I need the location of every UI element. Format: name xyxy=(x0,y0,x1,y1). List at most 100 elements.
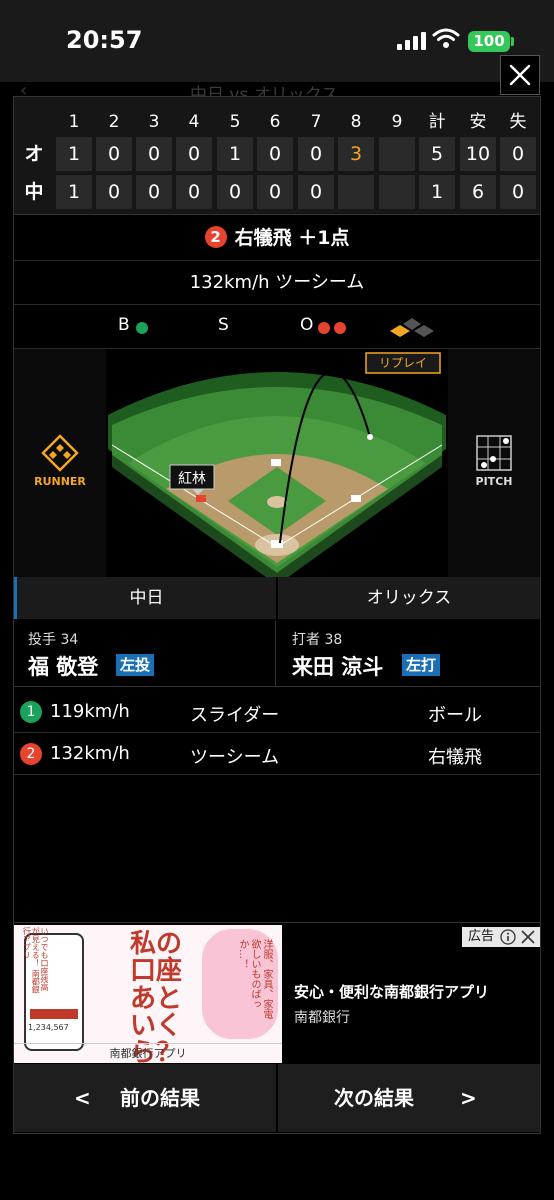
ad-sponsor: 南都銀行 xyxy=(294,1010,350,1026)
inning-score: 0 xyxy=(136,175,172,209)
ad-badge-label: 広告 xyxy=(468,929,495,944)
strike-label: S xyxy=(218,315,229,335)
prev-result-label: 前の結果 xyxy=(120,1086,200,1110)
status-time: 20:57 xyxy=(66,26,143,54)
next-result-button[interactable]: 次の結果 > xyxy=(278,1064,540,1132)
ad-title[interactable]: 安心・便利な南都銀行アプリ xyxy=(294,981,489,1002)
team-headers: 中日 オリックス xyxy=(14,577,540,619)
battery-indicator: 100 xyxy=(468,31,510,52)
header-cell: 計 xyxy=(428,112,446,132)
pitcher-card[interactable]: 投手 34 福 敬登 左投 xyxy=(14,621,276,687)
next-result-label: 次の結果 xyxy=(334,1086,414,1110)
field-view: RUNNER 紅林 リプレイ PITCH xyxy=(14,349,540,577)
baseball-field: 紅林 リプレイ xyxy=(108,349,446,577)
pitcher-name: 福 敬登 xyxy=(28,655,99,679)
runner-name: 紅林 xyxy=(178,471,206,487)
inning-score: 0 xyxy=(257,175,293,209)
inning-score-current: 3 xyxy=(338,137,374,171)
total-hits: 10 xyxy=(460,137,496,171)
pitch-type: スライダー xyxy=(190,705,280,726)
count-indicator: B S O xyxy=(14,305,540,349)
replay-label: リプレイ xyxy=(379,356,427,370)
chevron-left-icon: < xyxy=(74,1086,91,1110)
play-number-badge: 2 xyxy=(204,226,227,248)
info-icon[interactable] xyxy=(500,929,516,952)
out-dot xyxy=(318,322,330,334)
play-detail-panel: 1 2 3 4 5 6 7 8 9 計 安 失 オ 1 0 0 0 1 0 0 … xyxy=(13,96,541,1134)
inning-score xyxy=(379,137,415,171)
inning-score: 0 xyxy=(257,137,293,171)
prev-result-button[interactable]: < 前の結果 xyxy=(14,1064,276,1132)
inning-score: 0 xyxy=(96,137,132,171)
total-runs: 1 xyxy=(419,175,455,209)
header-cell: 5 xyxy=(229,112,241,132)
replay-button[interactable]: リプレイ xyxy=(365,352,441,374)
pitch-speed: 132km/h xyxy=(50,743,130,764)
inning-score: 1 xyxy=(56,137,92,171)
inning-score xyxy=(338,175,374,209)
ball-label: B xyxy=(118,315,130,335)
ad-badge[interactable]: 広告 xyxy=(462,927,540,947)
pitcher-role: 投手 34 xyxy=(28,632,79,648)
scoreboard-row-home: 中 1 0 0 0 0 0 0 1 6 0 xyxy=(14,175,540,211)
play-result-text: 右犠飛 ＋1点 xyxy=(234,227,350,249)
total-errors: 0 xyxy=(500,137,536,171)
batter-role: 打者 38 xyxy=(292,632,343,648)
pitch-label: PITCH xyxy=(475,475,513,488)
inning-score: 0 xyxy=(176,175,212,209)
team-home: 中日 xyxy=(14,577,276,619)
inning-score: 0 xyxy=(217,175,253,209)
close-icon xyxy=(509,64,531,86)
header-cell: 安 xyxy=(469,112,487,132)
pitch-number-badge: 1 xyxy=(20,701,42,723)
runner-label: RUNNER xyxy=(34,475,86,488)
pitcher-hand-badge: 左投 xyxy=(116,654,155,676)
wifi-icon xyxy=(432,28,460,48)
header-cell: 4 xyxy=(188,112,200,132)
inning-score: 1 xyxy=(56,175,92,209)
pitch-row: 1 119km/h スライダー ボール xyxy=(14,691,540,733)
ball-dot xyxy=(136,322,148,334)
pitch-result: 右犠飛 xyxy=(428,747,482,768)
pitch-result: ボール xyxy=(428,705,482,726)
pitch-row: 2 132km/h ツーシーム 右犠飛 xyxy=(14,733,540,775)
advertisement[interactable]: 1,234,567 いつでも口座残高が見える！ 南都銀行アプリ 私の口座 あとい… xyxy=(14,922,540,1063)
pitch-grid-icon xyxy=(476,435,512,471)
batter-card[interactable]: 打者 38 来田 涼斗 左打 xyxy=(278,621,540,687)
pitch-number-badge: 2 xyxy=(20,743,42,765)
batter-name: 来田 涼斗 xyxy=(292,655,384,679)
base-runner-diamond-icon xyxy=(390,318,434,337)
ad-amount: 1,234,567 xyxy=(28,1023,69,1032)
pitch-info: 132km/h ツーシーム xyxy=(14,261,540,305)
pitch-type: ツーシーム xyxy=(190,747,280,768)
inning-score: 0 xyxy=(298,137,334,171)
scoreboard-row-away: オ 1 0 0 0 1 0 0 3 5 10 0 xyxy=(14,137,540,173)
runner-toggle[interactable]: RUNNER xyxy=(14,349,106,577)
ad-side-text: いつでも口座残高が見える！ 南都銀行アプリ xyxy=(22,927,49,994)
out-label: O xyxy=(300,315,314,335)
pitch-toggle[interactable]: PITCH xyxy=(448,349,540,577)
total-hits: 6 xyxy=(460,175,496,209)
battery-cap xyxy=(511,37,514,46)
inning-score: 0 xyxy=(96,175,132,209)
total-errors: 0 xyxy=(500,175,536,209)
inning-score: 1 xyxy=(217,137,253,171)
play-result: 2 右犠飛 ＋1点 xyxy=(14,215,540,261)
runner-diamond-icon xyxy=(41,434,79,472)
ad-image[interactable]: 1,234,567 いつでも口座残高が見える！ 南都銀行アプリ 私の口座 あとい… xyxy=(14,925,282,1063)
scoreboard: 1 2 3 4 5 6 7 8 9 計 安 失 オ 1 0 0 0 1 0 0 … xyxy=(14,97,540,215)
pitch-speed: 119km/h xyxy=(50,701,130,722)
scoreboard-header: 1 2 3 4 5 6 7 8 9 計 安 失 xyxy=(14,105,540,141)
matchup: 投手 34 福 敬登 左投 打者 38 来田 涼斗 左打 xyxy=(14,621,540,687)
out-dot xyxy=(334,322,346,334)
header-cell: 7 xyxy=(310,112,322,132)
status-bar: 20:57 100 xyxy=(0,0,554,82)
inning-score: 0 xyxy=(136,137,172,171)
close-button[interactable] xyxy=(500,55,540,95)
header-cell: 2 xyxy=(108,112,120,132)
header-cell: 6 xyxy=(269,112,281,132)
total-runs: 5 xyxy=(419,137,455,171)
team-abbr: オ xyxy=(24,143,44,165)
close-ad-icon[interactable] xyxy=(520,929,536,952)
team-away: オリックス xyxy=(278,577,540,619)
